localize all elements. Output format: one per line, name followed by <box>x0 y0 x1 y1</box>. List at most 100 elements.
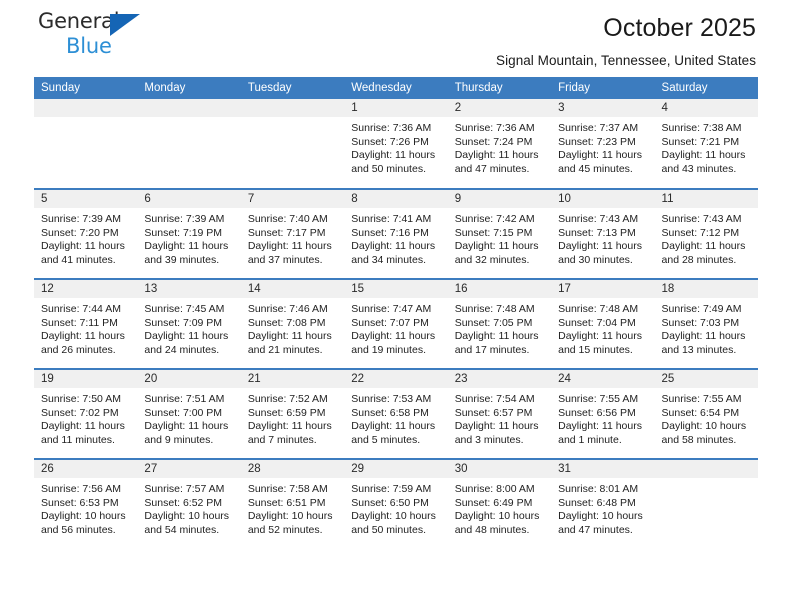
daylight-line-1: Daylight: 11 hours <box>351 420 436 433</box>
calendar-day-cell[interactable]: 9 Sunrise: 7:42 AM Sunset: 7:15 PM Daylight… <box>447 188 552 279</box>
calendar-day-cell[interactable]: 24 Sunrise: 7:55 AM Sunset: 6:56 PM Dayligh… <box>551 368 655 459</box>
weekday-header-sunday: Sunday <box>34 77 138 99</box>
sunset-time: Sunset: 7:07 PM <box>351 316 429 329</box>
daylight-line-1: Daylight: 10 hours <box>351 510 436 523</box>
calendar-day-cell[interactable]: 2 Sunrise: 7:36 AM Sunset: 7:24 PM Daylight… <box>447 99 552 189</box>
day-number: 26 <box>34 460 138 478</box>
sunset-time: Sunset: 7:03 PM <box>661 316 740 329</box>
day-number: 10 <box>551 190 655 208</box>
calendar-page: General Blue October 2025 Signal Mountai… <box>0 0 792 612</box>
daylight-line-1: Daylight: 11 hours <box>454 330 539 343</box>
calendar-day-cell[interactable]: 28 Sunrise: 7:58 AM Sunset: 6:51 PM Dayligh… <box>240 458 345 549</box>
sunset-time: Sunset: 6:57 PM <box>454 406 533 419</box>
day-details: Sunrise: 7:53 AM Sunset: 6:58 PM Daylight:… <box>344 388 447 447</box>
sunset-time: Sunset: 6:54 PM <box>661 406 740 419</box>
calendar-day-cell[interactable]: 16 Sunrise: 7:48 AM Sunset: 7:05 PM Dayligh… <box>447 278 552 369</box>
sunrise-sunset-calendar: Sunday Monday Tuesday Wednesday Thursday… <box>34 77 758 549</box>
daylight-line-2: and 19 minutes. <box>351 343 426 356</box>
sunrise-time: Sunrise: 7:39 AM <box>144 213 225 225</box>
calendar-day-cell[interactable]: 1 Sunrise: 7:36 AM Sunset: 7:26 PM Daylight… <box>344 99 448 189</box>
day-cell-inner: 1 Sunrise: 7:36 AM Sunset: 7:26 PM Daylight… <box>344 99 448 188</box>
page-header: General Blue October 2025 Signal Mountai… <box>34 0 758 72</box>
day-cell-inner: 28 Sunrise: 7:58 AM Sunset: 6:51 PM Dayligh… <box>240 460 345 549</box>
sunrise-time: Sunrise: 7:55 AM <box>558 393 639 405</box>
sunset-time: Sunset: 7:02 PM <box>41 406 119 419</box>
day-number: 3 <box>551 99 655 117</box>
day-cell-inner <box>654 460 758 549</box>
weekday-header-row: Sunday Monday Tuesday Wednesday Thursday… <box>34 77 758 99</box>
calendar-day-cell[interactable]: 22 Sunrise: 7:53 AM Sunset: 6:58 PM Dayligh… <box>344 368 448 459</box>
calendar-day-cell[interactable]: 25 Sunrise: 7:55 AM Sunset: 6:54 PM Dayligh… <box>654 368 758 459</box>
day-number: 22 <box>344 370 448 388</box>
calendar-day-cell-empty <box>34 99 138 189</box>
daylight-line-2: and 47 minutes. <box>454 162 530 175</box>
day-details: Sunrise: 7:47 AM Sunset: 7:07 PM Daylight:… <box>344 298 447 357</box>
calendar-day-cell[interactable]: 13 Sunrise: 7:45 AM Sunset: 7:09 PM Dayligh… <box>137 278 241 369</box>
calendar-day-cell[interactable]: 21 Sunrise: 7:52 AM Sunset: 6:59 PM Dayligh… <box>240 368 345 459</box>
calendar-day-cell[interactable]: 11 Sunrise: 7:43 AM Sunset: 7:12 PM Dayligh… <box>654 188 758 279</box>
calendar-day-cell[interactable]: 27 Sunrise: 7:57 AM Sunset: 6:52 PM Dayligh… <box>137 458 241 549</box>
calendar-day-cell[interactable]: 4 Sunrise: 7:38 AM Sunset: 7:21 PM Daylight… <box>654 99 758 189</box>
sunrise-time: Sunrise: 7:41 AM <box>351 213 432 225</box>
day-cell-inner: 3 Sunrise: 7:37 AM Sunset: 7:23 PM Daylight… <box>551 99 655 188</box>
daylight-line-2: and 26 minutes. <box>41 343 116 356</box>
daylight-line-2: and 30 minutes. <box>558 253 633 266</box>
daylight-line-2: and 41 minutes. <box>41 253 116 266</box>
calendar-day-cell[interactable]: 29 Sunrise: 7:59 AM Sunset: 6:50 PM Dayligh… <box>344 458 448 549</box>
day-details: Sunrise: 7:44 AM Sunset: 7:11 PM Daylight:… <box>34 298 137 357</box>
calendar-day-cell[interactable]: 18 Sunrise: 7:49 AM Sunset: 7:03 PM Dayligh… <box>654 278 758 369</box>
daylight-line-2: and 28 minutes. <box>661 253 737 266</box>
day-number: 12 <box>34 280 138 298</box>
day-cell-inner: 8 Sunrise: 7:41 AM Sunset: 7:16 PM Daylight… <box>344 190 448 278</box>
calendar-day-cell[interactable]: 10 Sunrise: 7:43 AM Sunset: 7:13 PM Dayligh… <box>551 188 655 279</box>
calendar-day-cell[interactable]: 26 Sunrise: 7:56 AM Sunset: 6:53 PM Dayligh… <box>34 458 138 549</box>
calendar-day-cell[interactable]: 17 Sunrise: 7:48 AM Sunset: 7:04 PM Dayligh… <box>551 278 655 369</box>
calendar-day-cell[interactable]: 19 Sunrise: 7:50 AM Sunset: 7:02 PM Dayligh… <box>34 368 138 459</box>
day-cell-inner: 31 Sunrise: 8:01 AM Sunset: 6:48 PM Dayligh… <box>551 460 655 549</box>
calendar-day-cell[interactable]: 6 Sunrise: 7:39 AM Sunset: 7:19 PM Daylight… <box>137 188 241 279</box>
sunrise-time: Sunrise: 7:48 AM <box>454 303 535 315</box>
calendar-day-cell[interactable]: 15 Sunrise: 7:47 AM Sunset: 7:07 PM Dayligh… <box>344 278 448 369</box>
daylight-line-2: and 47 minutes. <box>558 523 633 536</box>
sunrise-time: Sunrise: 7:59 AM <box>351 483 432 495</box>
sunrise-time: Sunrise: 7:58 AM <box>247 483 328 495</box>
sunset-time: Sunset: 6:51 PM <box>247 496 326 509</box>
day-number: 5 <box>34 190 138 208</box>
daylight-line-2: and 39 minutes. <box>144 253 220 266</box>
daylight-line-1: Daylight: 11 hours <box>558 240 642 253</box>
calendar-day-cell[interactable]: 23 Sunrise: 7:54 AM Sunset: 6:57 PM Dayligh… <box>447 368 552 459</box>
day-number: 23 <box>447 370 552 388</box>
calendar-day-cell[interactable]: 7 Sunrise: 7:40 AM Sunset: 7:17 PM Daylight… <box>240 188 345 279</box>
day-number: 15 <box>344 280 448 298</box>
sunset-time: Sunset: 7:11 PM <box>41 316 118 329</box>
sunrise-time: Sunrise: 8:00 AM <box>454 483 535 495</box>
sunset-time: Sunset: 6:50 PM <box>351 496 429 509</box>
sunset-time: Sunset: 7:17 PM <box>247 226 326 239</box>
daylight-line-2: and 5 minutes. <box>351 433 421 446</box>
daylight-line-1: Daylight: 11 hours <box>454 149 539 162</box>
daylight-line-1: Daylight: 11 hours <box>558 420 642 433</box>
sunrise-time: Sunrise: 7:47 AM <box>351 303 432 315</box>
day-details: Sunrise: 8:00 AM Sunset: 6:49 PM Daylight:… <box>448 478 551 537</box>
calendar-day-cell[interactable]: 12 Sunrise: 7:44 AM Sunset: 7:11 PM Dayligh… <box>34 278 138 369</box>
sunrise-time: Sunrise: 7:52 AM <box>247 393 328 405</box>
day-details: Sunrise: 7:37 AM Sunset: 7:23 PM Daylight:… <box>551 117 654 176</box>
weekday-header-tuesday: Tuesday <box>240 77 345 99</box>
sunset-time: Sunset: 7:26 PM <box>351 135 429 148</box>
day-cell-inner <box>240 99 345 188</box>
calendar-day-cell[interactable]: 5 Sunrise: 7:39 AM Sunset: 7:20 PM Daylight… <box>34 188 138 279</box>
calendar-day-cell[interactable]: 31 Sunrise: 8:01 AM Sunset: 6:48 PM Dayligh… <box>551 458 655 549</box>
daylight-line-2: and 50 minutes. <box>351 523 426 536</box>
calendar-day-cell[interactable]: 20 Sunrise: 7:51 AM Sunset: 7:00 PM Dayligh… <box>137 368 241 459</box>
day-cell-inner: 13 Sunrise: 7:45 AM Sunset: 7:09 PM Dayligh… <box>137 280 241 368</box>
calendar-day-cell[interactable]: 14 Sunrise: 7:46 AM Sunset: 7:08 PM Dayligh… <box>240 278 345 369</box>
calendar-day-cell[interactable]: 8 Sunrise: 7:41 AM Sunset: 7:16 PM Daylight… <box>344 188 448 279</box>
sunset-time: Sunset: 6:48 PM <box>558 496 636 509</box>
sunset-time: Sunset: 7:15 PM <box>454 226 533 239</box>
day-number <box>654 460 758 478</box>
daylight-line-1: Daylight: 10 hours <box>144 510 230 523</box>
day-details: Sunrise: 7:54 AM Sunset: 6:57 PM Daylight:… <box>448 388 551 447</box>
calendar-day-cell[interactable]: 30 Sunrise: 8:00 AM Sunset: 6:49 PM Dayligh… <box>447 458 552 549</box>
day-details: Sunrise: 7:40 AM Sunset: 7:17 PM Daylight:… <box>241 208 344 267</box>
calendar-day-cell[interactable]: 3 Sunrise: 7:37 AM Sunset: 7:23 PM Daylight… <box>551 99 655 189</box>
